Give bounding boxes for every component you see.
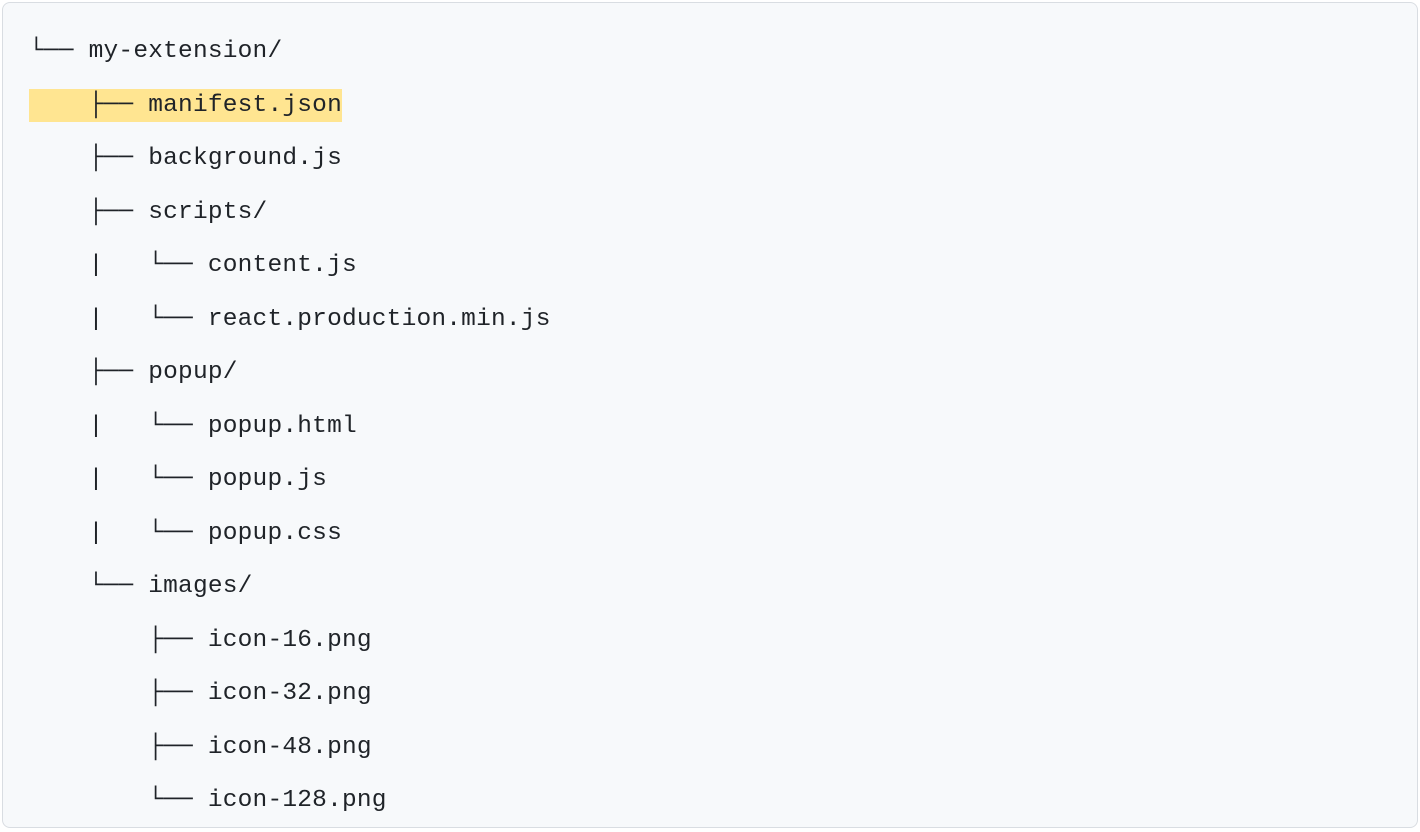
tree-row: └── images/: [29, 560, 1391, 614]
tree-row: | └── react.production.min.js: [29, 293, 1391, 347]
tree-item-name: popup.html: [208, 413, 357, 440]
tree-row: ├── popup/: [29, 346, 1391, 400]
tree-row: | └── content.js: [29, 239, 1391, 293]
tree-item-name: icon-128.png: [208, 787, 387, 814]
tree-row: ├── icon-16.png: [29, 614, 1391, 668]
tree-item-name: content.js: [208, 252, 357, 279]
tree-item-name: manifest.json: [148, 92, 342, 119]
tree-prefix: └──: [29, 787, 208, 814]
tree-row: ├── background.js: [29, 132, 1391, 186]
tree-prefix: | └──: [29, 252, 208, 279]
tree-prefix: └──: [29, 38, 89, 65]
tree-item-name: images/: [148, 573, 252, 600]
tree-row: | └── popup.css: [29, 507, 1391, 561]
tree-prefix: ├──: [29, 680, 208, 707]
tree-item-name: react.production.min.js: [208, 306, 551, 333]
tree-prefix: ├──: [29, 199, 148, 226]
tree-row: | └── popup.js: [29, 453, 1391, 507]
tree-prefix: ├──: [29, 92, 148, 119]
tree-row: ├── icon-48.png: [29, 721, 1391, 775]
tree-row: └── my-extension/: [29, 25, 1391, 79]
tree-item-name: background.js: [148, 145, 342, 172]
tree-item-name: icon-16.png: [208, 627, 372, 654]
tree-row: └── icon-128.png: [29, 774, 1391, 828]
file-tree-block: └── my-extension/ ├── manifest.json ├── …: [2, 2, 1418, 828]
tree-row: ├── icon-32.png: [29, 667, 1391, 721]
tree-item-name: scripts/: [148, 199, 267, 226]
tree-item-name: icon-48.png: [208, 734, 372, 761]
tree-item-name: popup.css: [208, 520, 342, 547]
tree-item-name: popup.js: [208, 466, 327, 493]
tree-item-name: icon-32.png: [208, 680, 372, 707]
tree-prefix: ├──: [29, 359, 148, 386]
tree-row: | └── popup.html: [29, 400, 1391, 454]
tree-prefix: ├──: [29, 734, 208, 761]
tree-prefix: ├──: [29, 627, 208, 654]
tree-row: ├── scripts/: [29, 186, 1391, 240]
tree-prefix: └──: [29, 573, 148, 600]
tree-prefix: | └──: [29, 306, 208, 333]
tree-prefix: | └──: [29, 466, 208, 493]
tree-item-name: my-extension/: [89, 38, 283, 65]
tree-highlight: ├── manifest.json: [29, 89, 342, 122]
tree-prefix: | └──: [29, 520, 208, 547]
tree-prefix: | └──: [29, 413, 208, 440]
tree-row: ├── manifest.json: [29, 79, 1391, 133]
tree-prefix: ├──: [29, 145, 148, 172]
tree-item-name: popup/: [148, 359, 237, 386]
